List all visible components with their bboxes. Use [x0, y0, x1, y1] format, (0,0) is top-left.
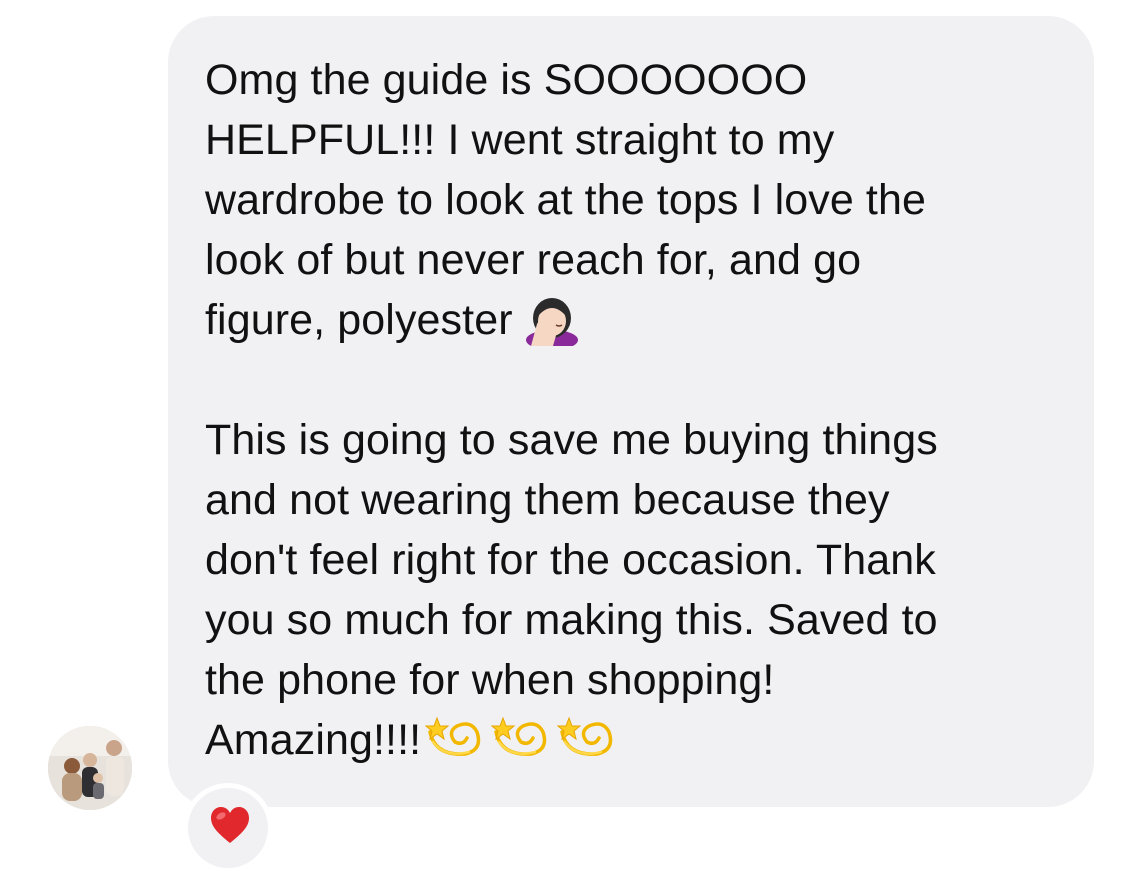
profile-photo-icon — [48, 726, 132, 810]
face-palm-icon — [525, 298, 578, 346]
sender-avatar[interactable] — [48, 726, 132, 810]
heart-reaction[interactable] — [183, 783, 273, 873]
dizzy-icon — [491, 716, 547, 756]
heart-icon — [211, 807, 249, 843]
dizzy-icon — [557, 716, 613, 756]
dizzy-icon — [425, 716, 481, 756]
message-text: Omg the guide is SOOOOOOO HELPFUL!!! I w… — [205, 50, 1085, 770]
message-bubble[interactable]: Omg the guide is SOOOOOOO HELPFUL!!! I w… — [168, 16, 1094, 807]
